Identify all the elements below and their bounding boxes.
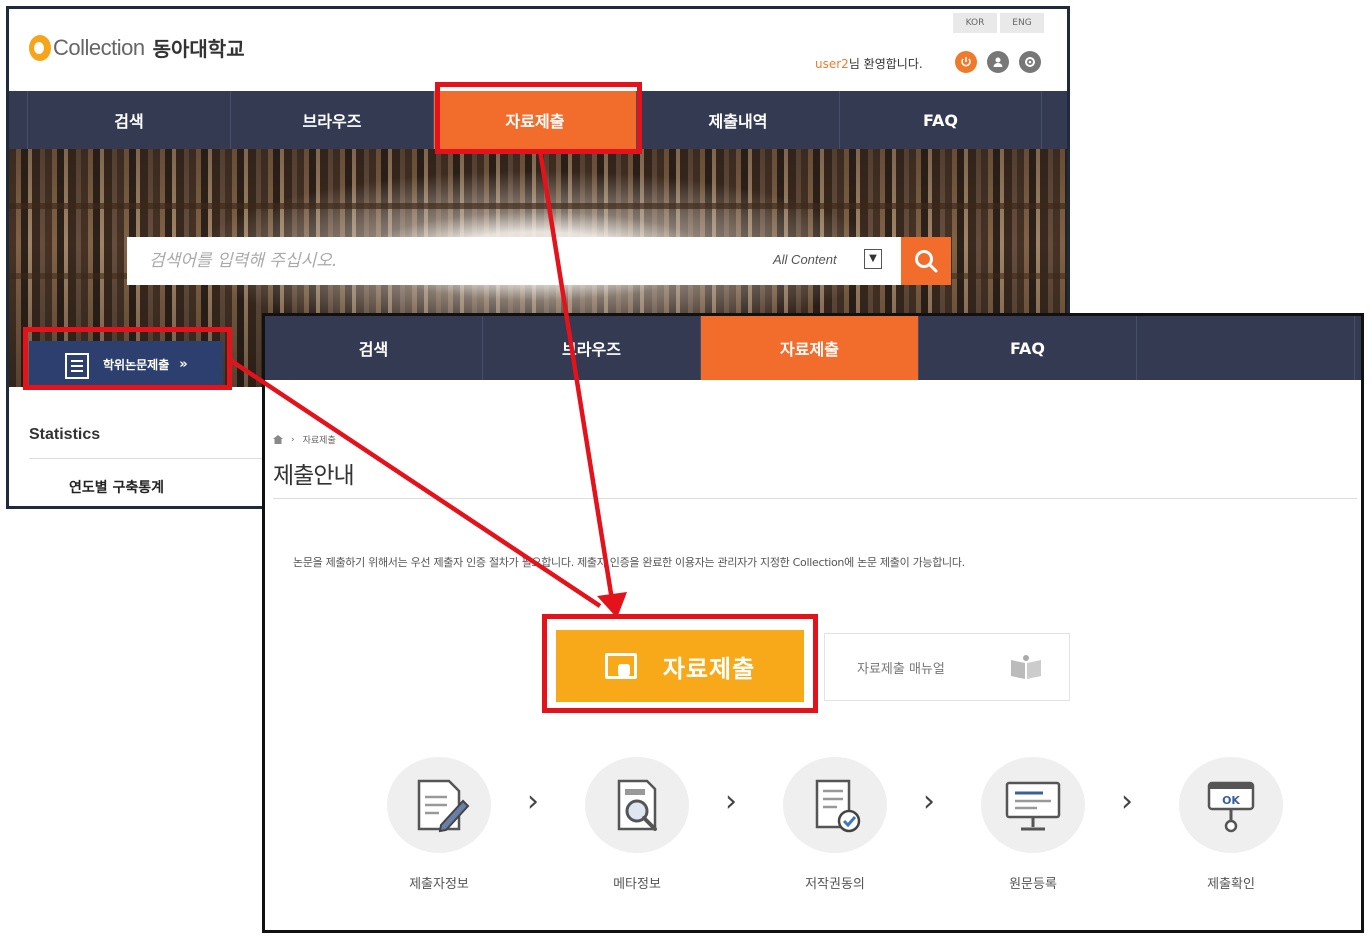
search-button[interactable] [901,237,951,285]
site-header: Collection 동아대학교 KOR ENG user2님 환영합니다. [9,9,1067,91]
chevron-down-icon[interactable]: ▼ [864,249,882,269]
nav-browse[interactable]: 브라우즈 [230,91,433,149]
user-name: user2 [815,57,849,71]
settings-icon[interactable] [1019,51,1041,73]
divider [273,498,1357,499]
statistics-item-yearly[interactable]: 연도별 구축통계 [69,477,164,497]
nav-submit[interactable]: 자료제출 [433,91,636,149]
document-icon [65,353,89,379]
user-icon[interactable] [987,51,1009,73]
statistics-title: Statistics [29,426,101,443]
tutorial-screenshot: Collection 동아대학교 KOR ENG user2님 환영합니다. 검… [0,0,1372,936]
upload-screen-icon [604,653,637,679]
logo-brand: Collection [53,34,145,60]
step-submission-confirm: OK 제출확인 [1179,757,1283,892]
submission-manual-button[interactable]: 자료제출 매뉴얼 [824,633,1070,701]
nav-search[interactable]: 검색 [265,316,483,380]
nav-empty [1137,316,1355,380]
book-icon [1011,655,1041,679]
nav-browse[interactable]: 브라우즈 [483,316,701,380]
logout-icon[interactable] [955,51,977,73]
approve-document-icon [783,757,887,853]
step-arrow-icon: › [527,784,539,819]
submission-manual-label: 자료제출 매뉴얼 [857,661,945,677]
double-chevron-icon: » [179,357,188,372]
home-icon[interactable] [273,435,283,444]
breadcrumb: › 자료제출 [273,433,336,446]
submission-guide-window: 검색 브라우즈 자료제출 FAQ › 자료제출 제출안내 논문을 제출하기 위해… [262,313,1364,933]
main-nav: 검색 브라우즈 자료제출 FAQ [265,316,1361,380]
step-copyright-consent: 저작권동의 [783,757,887,892]
welcome-suffix: 님 환영합니다. [848,57,923,71]
welcome-message: user2님 환영합니다. [815,55,923,72]
nav-submit[interactable]: 자료제출 [701,316,919,380]
search-input[interactable] [149,249,749,273]
step-label: 저작권동의 [805,877,865,892]
statistics-list: 연도별 구축통계 [29,458,269,506]
step-arrow-icon: › [923,784,935,819]
guide-text: 논문을 제출하기 위해서는 우선 제출자 인증 절차가 필요합니다. 제출자 인… [293,556,965,569]
lang-kor-button[interactable]: KOR [953,13,997,33]
step-label: 제출확인 [1207,877,1255,892]
step-label: 원문등록 [1009,877,1057,892]
ok-badge: OK [1222,794,1240,807]
search-scope-select[interactable]: All Content [773,252,837,267]
step-meta-info: 메타정보 [585,757,689,892]
search-bar: All Content ▼ [127,237,901,285]
write-document-icon [387,757,491,853]
logo-university: 동아대학교 [152,37,245,61]
site-logo[interactable]: Collection 동아대학교 [29,33,245,62]
search-document-icon [585,757,689,853]
submit-material-label: 자료제출 [662,654,756,683]
page-title: 제출안내 [273,463,355,489]
lang-eng-button[interactable]: ENG [1000,13,1044,33]
step-label: 메타정보 [613,877,661,892]
step-label: 제출자정보 [409,877,469,892]
thesis-submit-label: 학위논문제출 [103,358,170,372]
logo-mark-icon [29,34,51,61]
ok-stamp-icon: OK [1179,757,1283,853]
main-nav: 검색 브라우즈 자료제출 제출내역 FAQ [9,91,1067,149]
breadcrumb-item[interactable]: 자료제출 [303,433,336,446]
nav-submission-history[interactable]: 제출내역 [636,91,839,149]
step-arrow-icon: › [1121,784,1133,819]
step-original-upload: 원문등록 [981,757,1085,892]
breadcrumb-sep: › [291,434,295,445]
nav-faq[interactable]: FAQ [919,316,1137,380]
nav-search[interactable]: 검색 [27,91,230,149]
step-submitter-info: 제출자정보 [387,757,491,892]
step-arrow-icon: › [725,784,737,819]
submit-material-button[interactable]: 자료제출 [556,630,804,702]
search-icon [915,250,938,273]
monitor-upload-icon [981,757,1085,853]
thesis-submit-button[interactable]: 학위논문제출 » [29,341,223,388]
nav-faq[interactable]: FAQ [839,91,1042,149]
